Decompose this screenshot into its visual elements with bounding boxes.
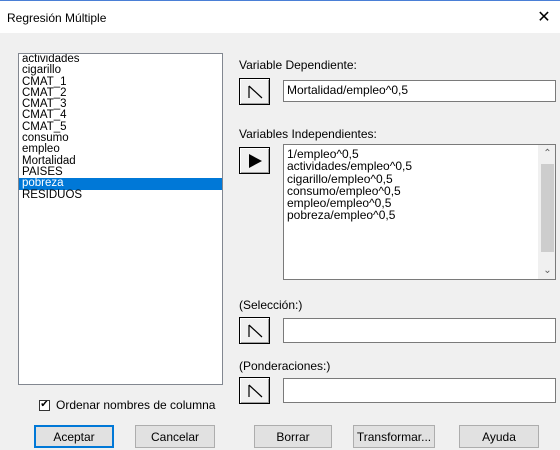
sort-columns-checkbox[interactable]: ✔ — [39, 399, 50, 411]
selection-field[interactable] — [283, 318, 556, 343]
column-list[interactable]: actividades cigarillo CMAT_1 CMAT_2 CMAT_3 CM… — [18, 53, 223, 385]
title-bar: Regresión Múltiple ✕ — [0, 1, 560, 33]
selection-arrow-button[interactable] — [239, 317, 270, 344]
independent-variables-arrow-button[interactable] — [239, 147, 270, 174]
dependent-variable-arrow-button[interactable] — [239, 78, 270, 105]
sort-columns-option[interactable]: ✔ Ordenar nombres de columna — [39, 398, 215, 412]
transform-button[interactable]: Transformar... — [353, 425, 435, 448]
independent-variables-text: 1/empleo^0,5 actividades/empleo^0,5 cigari… — [287, 148, 412, 222]
dependent-variable-field[interactable]: Mortalidad/empleo^0,5 — [283, 80, 556, 102]
scroll-down-icon[interactable]: ⌄ — [539, 262, 556, 279]
cancel-button[interactable]: Cancelar — [135, 425, 215, 448]
outline-arrow-icon — [247, 85, 262, 98]
dependent-variable-label: Variable Dependiente: — [239, 58, 357, 72]
scroll-up-icon[interactable]: ⌃ — [539, 145, 556, 162]
selection-label: (Selección:) — [239, 298, 303, 312]
column-list-item[interactable]: pobreza — [19, 177, 222, 190]
outline-arrow-icon — [247, 324, 262, 337]
help-button[interactable]: Ayuda — [459, 425, 539, 448]
close-icon[interactable]: ✕ — [528, 1, 560, 33]
clear-button[interactable]: Borrar — [254, 425, 332, 448]
independent-variables-textarea[interactable]: 1/empleo^0,5 actividades/empleo^0,5 cigari… — [283, 144, 556, 280]
column-list-item[interactable]: RESIDUOS — [19, 189, 222, 201]
weights-label: (Ponderaciones:) — [239, 359, 331, 373]
checkmark-icon: ✔ — [40, 399, 49, 410]
independent-variables-label: Variables Independientes: — [239, 127, 377, 141]
outline-arrow-icon — [247, 384, 262, 397]
scroll-thumb[interactable] — [541, 164, 554, 252]
multiple-regression-dialog: Regresión Múltiple ✕ actividades cigarill… — [0, 0, 560, 450]
independent-variables-scrollbar[interactable]: ⌃ ⌄ — [538, 145, 555, 279]
column-list-item[interactable]: empleo — [19, 143, 222, 155]
independent-variable-line: actividades/empleo^0,5 — [287, 159, 413, 174]
accept-button[interactable]: Aceptar — [34, 425, 114, 448]
filled-arrow-icon — [248, 153, 262, 168]
column-list-item[interactable]: cigarillo — [19, 64, 222, 76]
weights-field[interactable] — [283, 378, 556, 403]
independent-variable-line: pobreza/empleo^0,5 — [287, 208, 396, 223]
weights-arrow-button[interactable] — [239, 377, 270, 404]
sort-columns-label: Ordenar nombres de columna — [56, 398, 216, 412]
window-title: Regresión Múltiple — [7, 11, 107, 25]
